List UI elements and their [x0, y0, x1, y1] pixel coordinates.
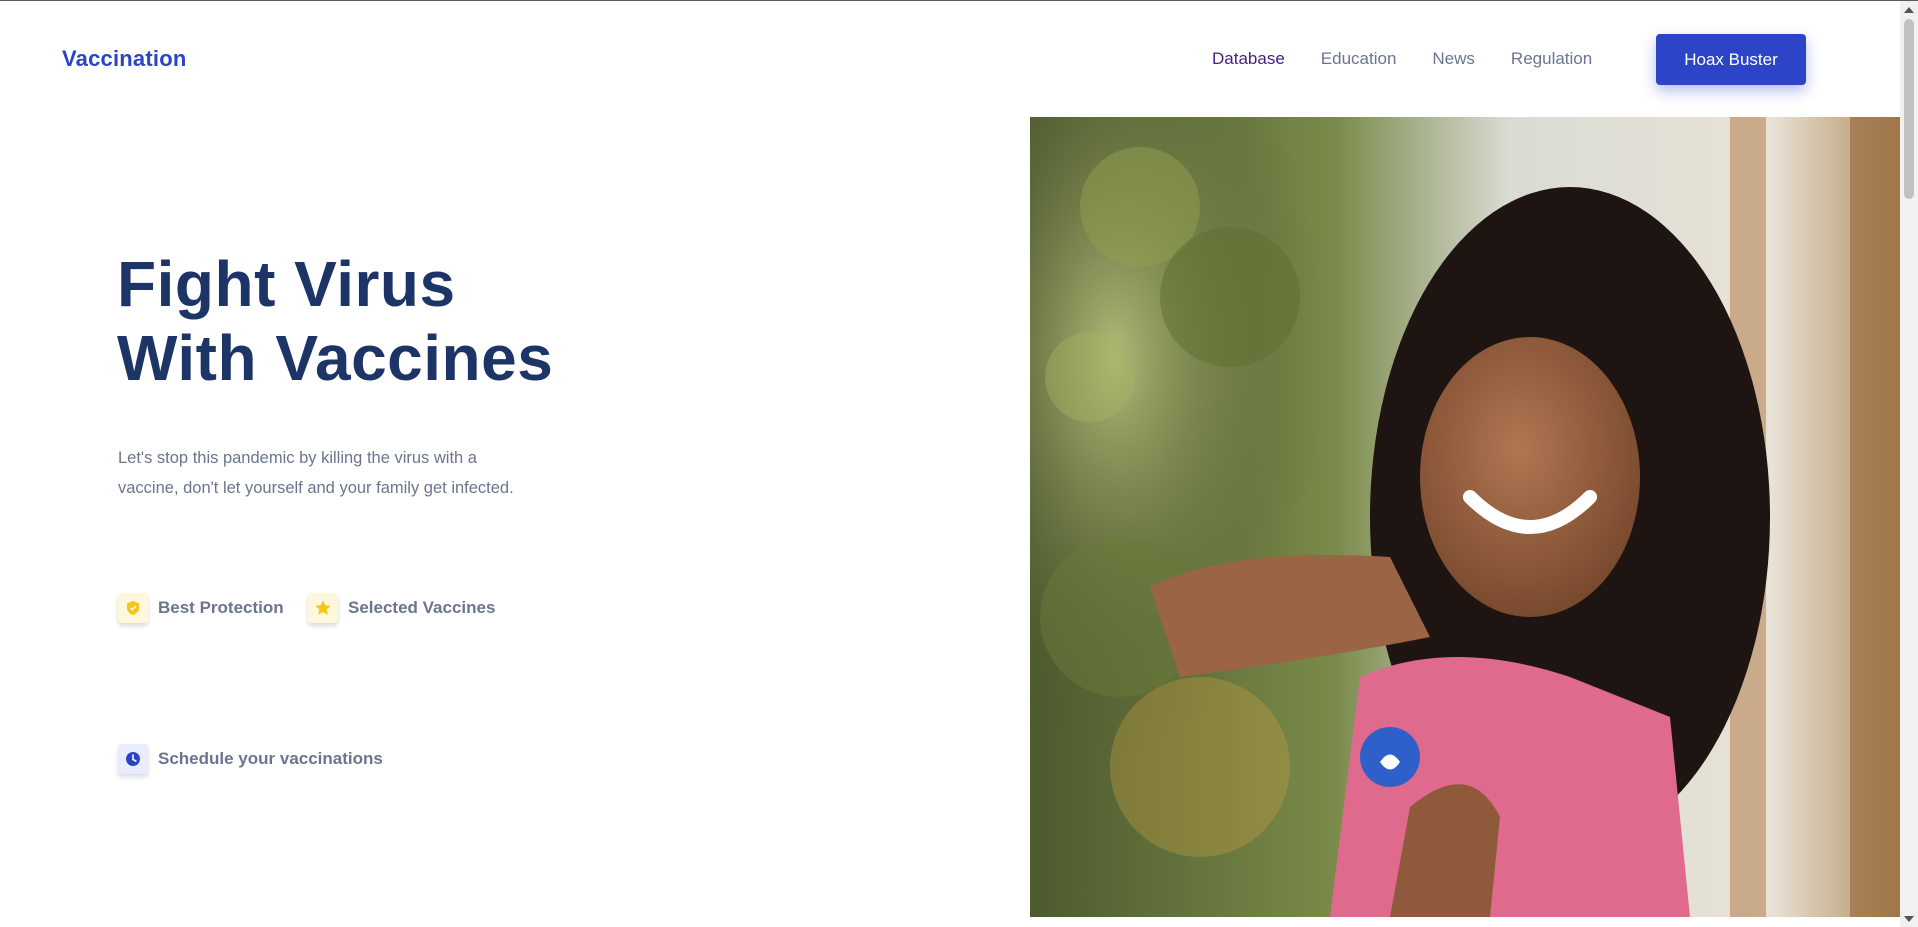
nav-link-database[interactable]: Database — [1212, 49, 1285, 69]
hero-photo — [1030, 117, 1902, 917]
feature-label: Selected Vaccines — [348, 598, 496, 617]
nav-link-regulation[interactable]: Regulation — [1511, 49, 1592, 69]
feature-schedule[interactable]: Schedule your vaccinations — [118, 744, 383, 774]
clock-icon — [118, 744, 148, 774]
page-scrollbar[interactable] — [1900, 1, 1918, 927]
top-navigation: Vaccination Database Education News Regu… — [0, 1, 1900, 117]
scrollbar-thumb[interactable] — [1904, 19, 1914, 199]
feature-label: Best Protection — [158, 598, 284, 617]
shield-icon — [118, 593, 148, 623]
hero-title-line-1: Fight Virus — [117, 248, 456, 320]
nav-link-education[interactable]: Education — [1321, 49, 1397, 69]
scroll-up-icon[interactable] — [1904, 7, 1914, 13]
main-nav: Database Education News Regulation — [1212, 49, 1628, 69]
scroll-down-icon[interactable] — [1904, 916, 1914, 922]
feature-best-protection: Best Protection — [118, 593, 284, 623]
hero-title-line-2: With Vaccines — [117, 322, 554, 394]
vaccinated-girl-photo — [1030, 117, 1902, 917]
star-icon — [308, 593, 338, 623]
nav-link-news[interactable]: News — [1432, 49, 1475, 69]
hero-description: Let's stop this pandemic by killing the … — [118, 449, 514, 497]
brand-logo[interactable]: Vaccination — [62, 46, 186, 72]
feature-label: Schedule your vaccinations — [158, 749, 383, 768]
feature-selected-vaccines: Selected Vaccines — [308, 593, 495, 623]
hoax-buster-button[interactable]: Hoax Buster — [1656, 34, 1806, 85]
hero-title: Fight Virus With Vaccines — [117, 247, 553, 395]
